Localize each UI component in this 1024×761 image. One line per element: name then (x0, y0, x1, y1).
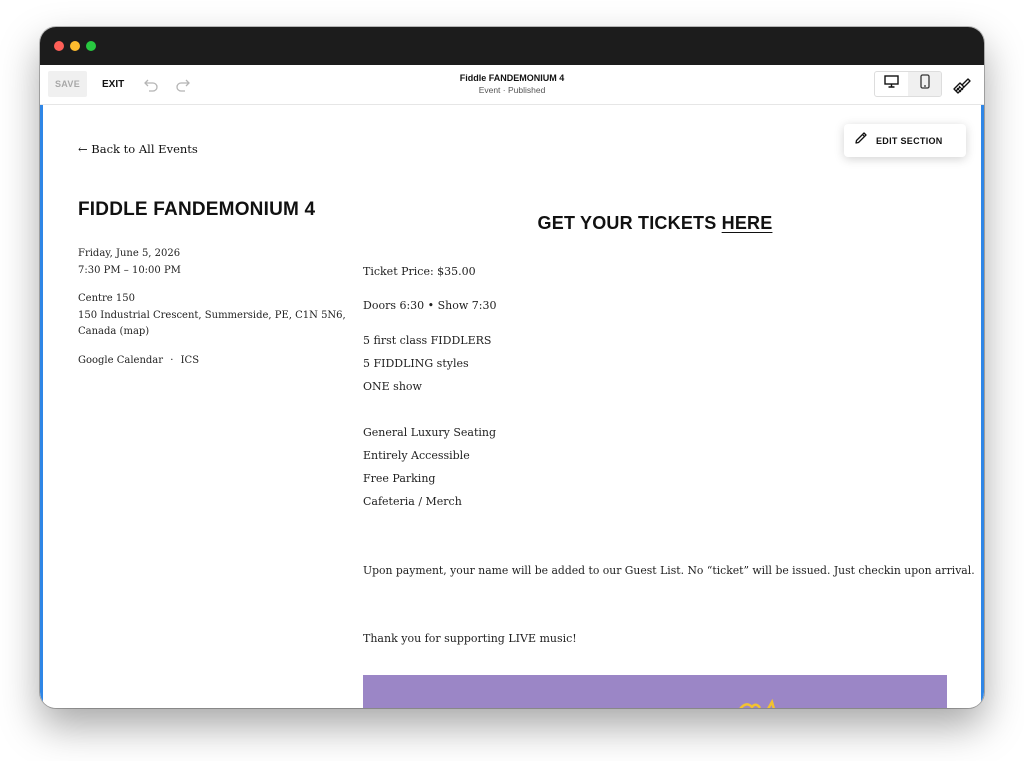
amenity-line: Free Parking (363, 472, 436, 485)
banner-artwork (739, 699, 776, 708)
back-to-events-link[interactable]: ← Back to All Events (78, 142, 198, 156)
thank-you-note: Thank you for supporting LIVE music! (363, 632, 577, 645)
event-title: FIDDLE FANDEMONIUM 4 (78, 199, 316, 220)
amenity-line: General Luxury Seating (363, 426, 497, 439)
event-datetime: Friday, June 5, 2026 7:30 PM – 10:00 PM (78, 246, 181, 279)
page-title-group: Fiddle FANDEMONIUM 4 Event · Published (40, 72, 984, 96)
device-view-toggle (874, 71, 942, 97)
page-content: ← Back to All Events EDIT SECTION FIDDLE… (40, 105, 984, 708)
editor-toolbar: SAVE EXIT Fiddle FANDEMONIUM 4 Event · P… (40, 65, 984, 105)
feature-line: 5 first class FIDDLERS (363, 334, 492, 347)
calendar-separator: · (170, 355, 174, 366)
mobile-view-button[interactable] (908, 72, 941, 96)
guest-list-note: Upon payment, your name will be added to… (363, 564, 975, 577)
venue-name: Centre 150 (78, 293, 135, 304)
pencil-icon (854, 131, 868, 150)
tickets-here-link[interactable]: HERE (722, 213, 773, 233)
paintbrush-icon[interactable] (950, 73, 974, 97)
tickets-heading-text: GET YOUR TICKETS (537, 213, 717, 233)
event-time: 7:30 PM – 10:00 PM (78, 264, 181, 276)
ics-link[interactable]: ICS (181, 355, 199, 366)
doors-show-time: Doors 6:30 • Show 7:30 (363, 299, 497, 312)
desktop-view-button[interactable] (875, 72, 908, 96)
page-status: Event · Published (478, 85, 546, 95)
close-window-button[interactable] (54, 41, 64, 51)
desktop-icon (884, 75, 899, 93)
event-venue: Centre 150 150 Industrial Crescent, Summ… (78, 291, 346, 341)
amenity-line: Cafeteria / Merch (363, 495, 462, 508)
tickets-heading: GET YOUR TICKETS HERE (363, 213, 947, 234)
event-banner-image (363, 675, 947, 708)
ticket-price: Ticket Price: $35.00 (363, 265, 476, 278)
event-date: Friday, June 5, 2026 (78, 248, 181, 259)
page-title: Fiddle FANDEMONIUM 4 (459, 73, 565, 83)
feature-line: ONE show (363, 380, 422, 393)
amenity-line: Entirely Accessible (363, 449, 470, 462)
venue-address-line-2[interactable]: Canada (map) (78, 324, 346, 341)
edit-section-button[interactable]: EDIT SECTION (844, 124, 966, 157)
maximize-window-button[interactable] (86, 41, 96, 51)
feature-line: 5 FIDDLING styles (363, 357, 469, 370)
minimize-window-button[interactable] (70, 41, 80, 51)
venue-address-line-1: 150 Industrial Crescent, Summerside, PE,… (78, 309, 346, 321)
calendar-links: Google Calendar · ICS (78, 353, 199, 370)
edit-section-label: EDIT SECTION (876, 135, 943, 146)
google-calendar-link[interactable]: Google Calendar (78, 355, 163, 366)
mobile-icon (919, 74, 930, 94)
browser-window: SAVE EXIT Fiddle FANDEMONIUM 4 Event · P… (40, 27, 984, 708)
window-titlebar (40, 27, 984, 65)
